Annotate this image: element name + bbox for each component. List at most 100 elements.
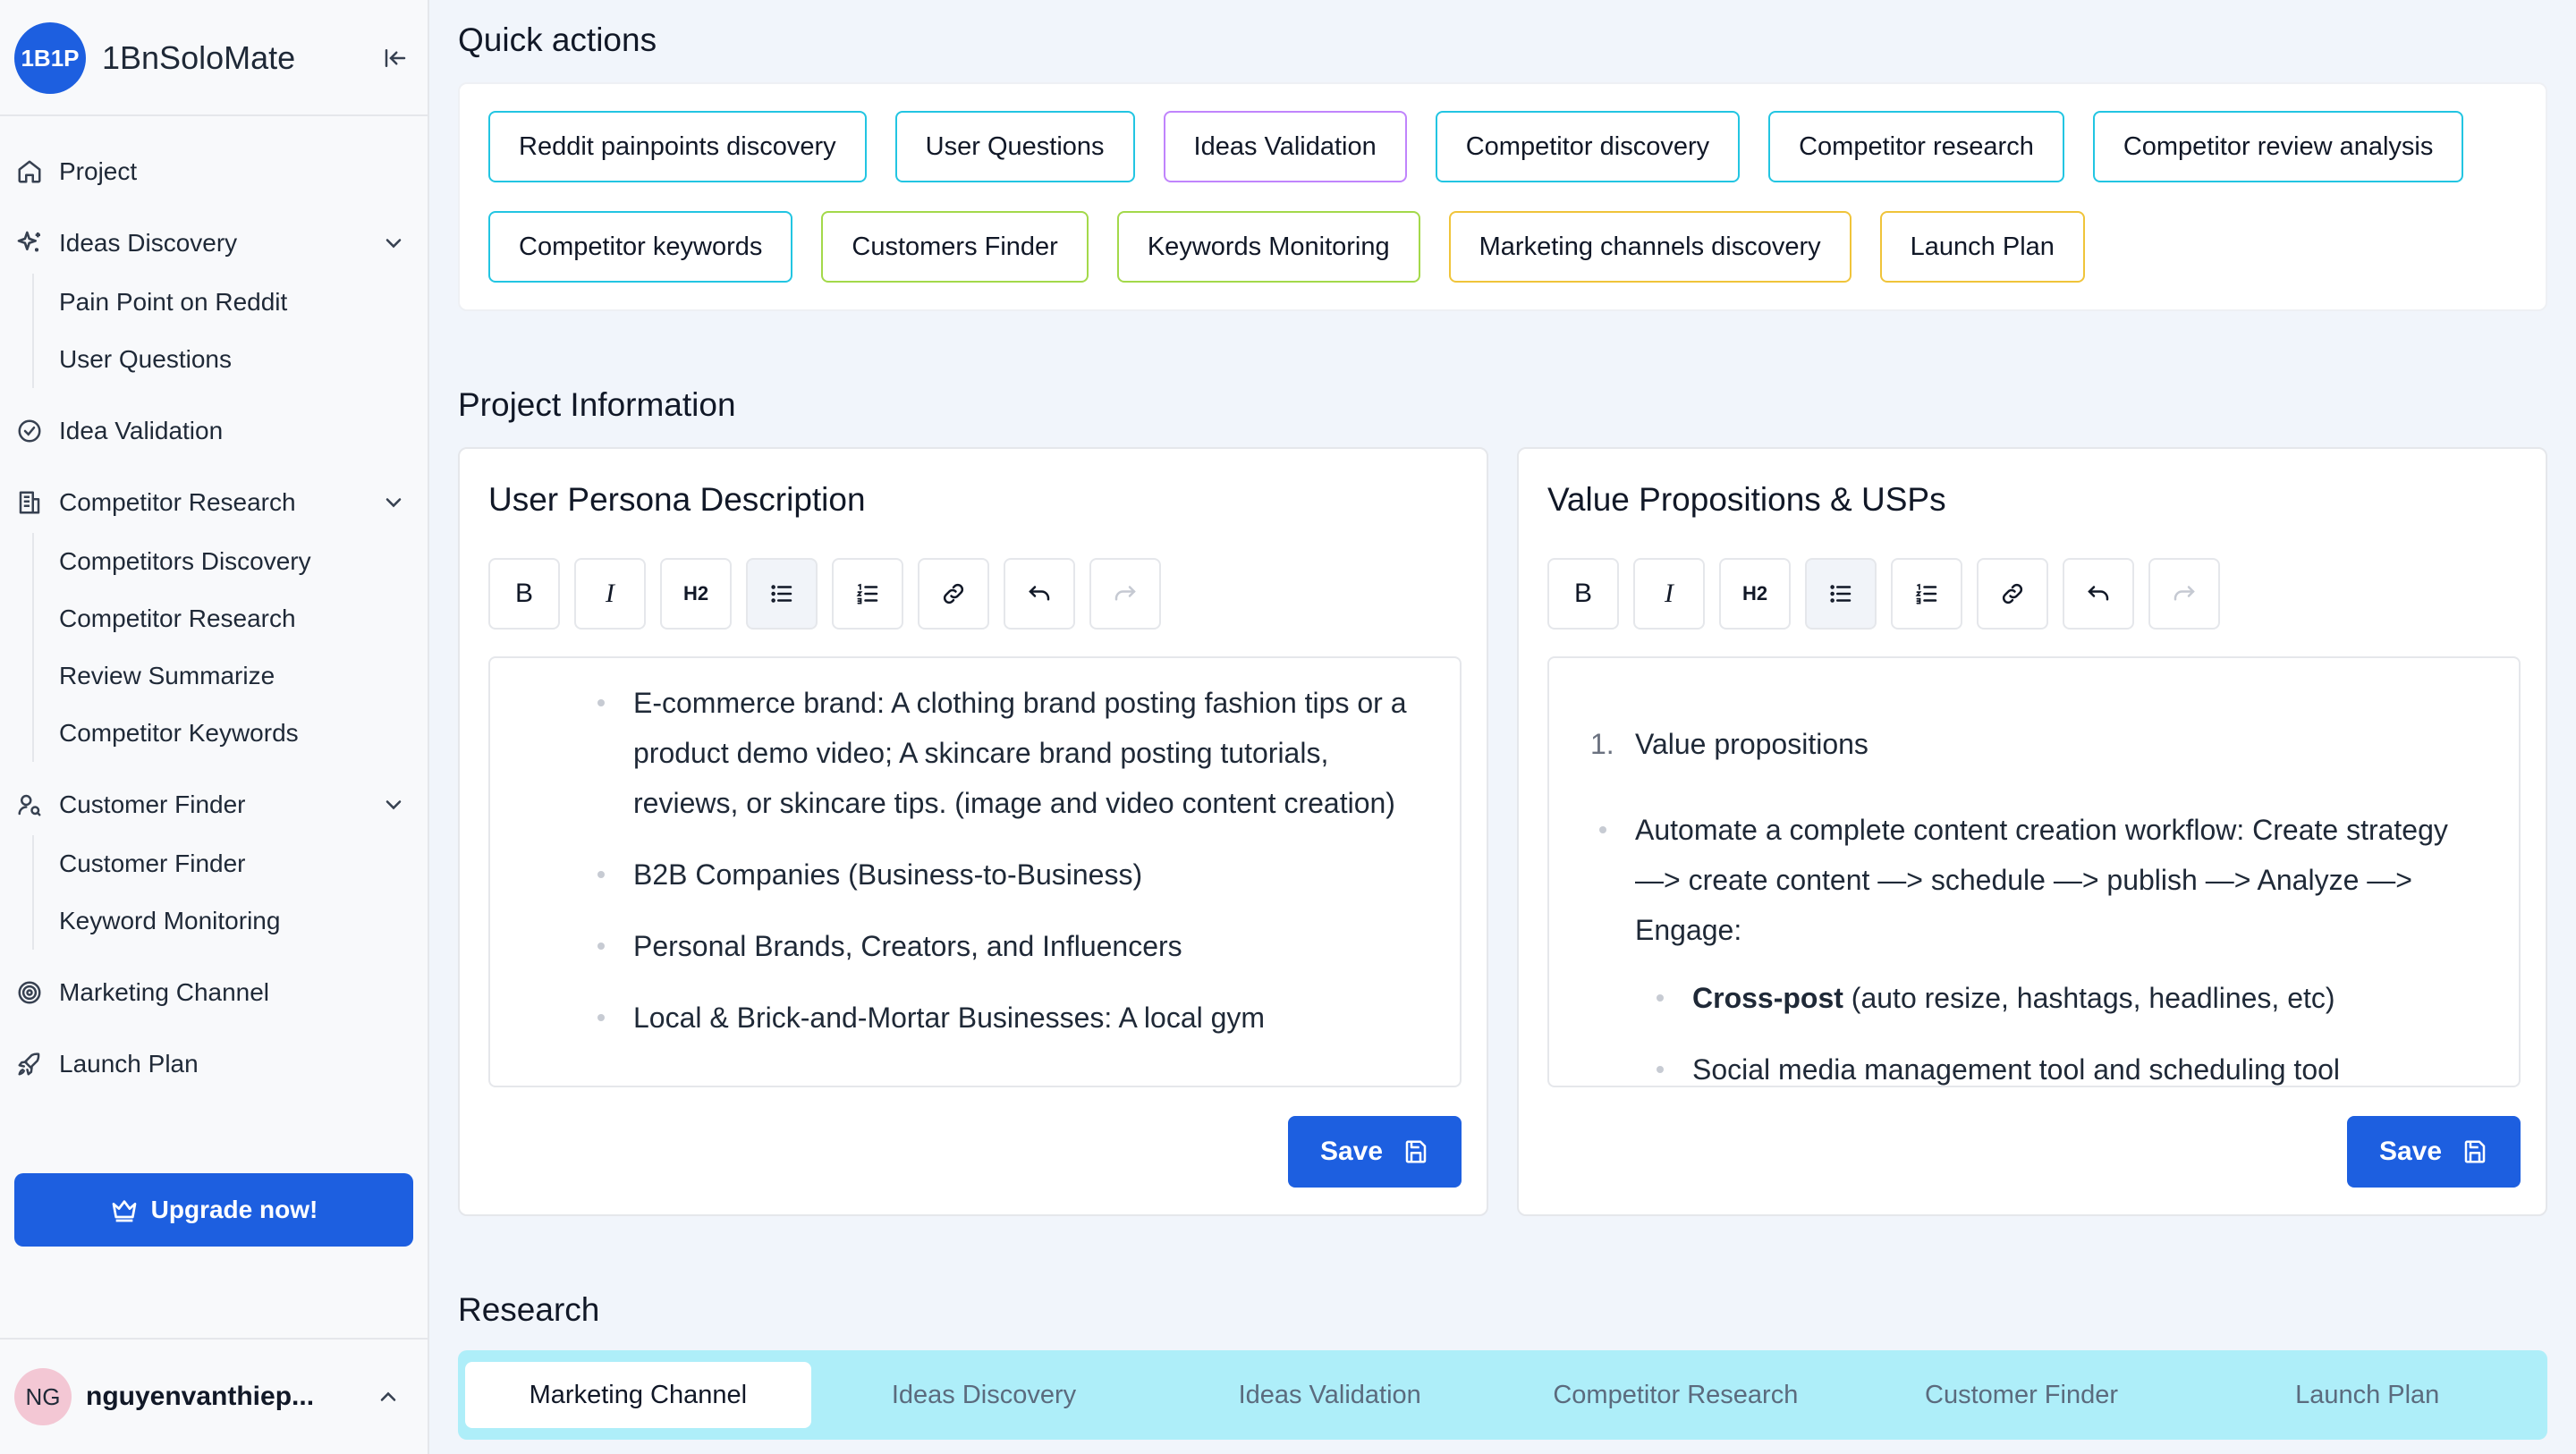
list-item: Local & Brick-and-Mortar Businesses: A l… [597, 993, 1420, 1043]
save-label: Save [2378, 1137, 2443, 1166]
list-item: B2B Companies (Business-to-Business) [597, 850, 1420, 900]
collapse-left-icon [385, 49, 406, 67]
heading-icon: H2 [682, 582, 709, 604]
rocket-icon [14, 1049, 45, 1079]
qa-keywords-monitoring[interactable]: Keywords Monitoring [1116, 211, 1420, 283]
nav-customer-finder[interactable]: Customer Finder [0, 776, 428, 833]
sidebar-divider [0, 1338, 428, 1340]
tab-competitor-research[interactable]: Competitor Research [1503, 1362, 1849, 1428]
ordered-list-button[interactable] [832, 558, 903, 630]
user-menu[interactable]: NG nguyenvanthiep... [14, 1366, 415, 1427]
upgrade-button[interactable]: Upgrade now! [14, 1173, 413, 1247]
tab-marketing-channel[interactable]: Marketing Channel [465, 1362, 811, 1428]
collapse-sidebar-button[interactable] [376, 38, 415, 78]
sub-customer-finder[interactable]: Customer Finder [34, 835, 428, 892]
sub-competitor-research[interactable]: Competitor Research [34, 590, 428, 647]
bullet-list-button[interactable] [746, 558, 818, 630]
project-information-title: Project Information [458, 386, 736, 423]
editor-toolbar: B I H2 [1547, 558, 2234, 630]
research-title: Research [458, 1291, 600, 1328]
crown-icon [112, 1200, 136, 1222]
list-item: Personal Brands, Creators, and Influence… [597, 921, 1420, 971]
customer-finder-submenu: Customer Finder Keyword Monitoring [32, 835, 428, 950]
bullet-list-button[interactable] [1805, 558, 1877, 630]
nav-label: Ideas Discovery [59, 229, 238, 257]
upgrade-label: Upgrade now! [150, 1196, 318, 1223]
list-item-text: (auto resize, hashtags, headlines, etc) [1843, 982, 2335, 1014]
qa-launch-plan[interactable]: Launch Plan [1879, 211, 2085, 283]
brand: 1B1P 1BnSoloMate [14, 21, 415, 95]
editor-toolbar: B I H2 [488, 558, 1175, 630]
bullet-list-icon [1830, 585, 1852, 603]
sparkles-icon [14, 228, 45, 258]
value-propositions-card: Value Propositions & USPs B I H2 1. Valu… [1517, 447, 2547, 1216]
qa-competitor-keywords[interactable]: Competitor keywords [488, 211, 793, 283]
persona-editor[interactable]: E-commerce brand: A clothing brand posti… [488, 656, 1462, 1087]
italic-icon: I [606, 579, 614, 608]
qa-customers-finder[interactable]: Customers Finder [821, 211, 1089, 283]
italic-button[interactable]: I [1633, 558, 1705, 630]
main-content: Quick actions Reddit painpoints discover… [429, 0, 2576, 1454]
link-icon [2002, 583, 2023, 604]
check-circle-icon [14, 416, 45, 446]
nav-label: Customer Finder [59, 790, 246, 818]
list-item: E-commerce brand: A clothing brand posti… [597, 678, 1420, 828]
qa-competitor-research[interactable]: Competitor research [1768, 111, 2064, 182]
italic-button[interactable]: I [574, 558, 646, 630]
quick-actions-title: Quick actions [458, 21, 657, 58]
value-propositions-editor[interactable]: 1. Value propositions Automate a complet… [1547, 656, 2521, 1087]
qa-reddit-painpoints[interactable]: Reddit painpoints discovery [488, 111, 867, 182]
tab-customer-finder[interactable]: Customer Finder [1849, 1362, 2195, 1428]
sub-review-summarize[interactable]: Review Summarize [34, 647, 428, 705]
save-button[interactable]: Save [1288, 1116, 1462, 1188]
qa-competitor-review-analysis[interactable]: Competitor review analysis [2092, 111, 2464, 182]
chevron-down-icon[interactable] [381, 792, 406, 817]
nav-project[interactable]: Project [0, 143, 428, 200]
nav-competitor-research[interactable]: Competitor Research [0, 474, 428, 531]
qa-competitor-discovery[interactable]: Competitor discovery [1435, 111, 1741, 182]
ordered-list-button[interactable] [1891, 558, 1962, 630]
nav-idea-validation[interactable]: Idea Validation [0, 402, 428, 460]
chevron-down-icon[interactable] [381, 231, 406, 256]
qa-ideas-validation[interactable]: Ideas Validation [1163, 111, 1407, 182]
sub-competitors-discovery[interactable]: Competitors Discovery [34, 533, 428, 590]
chevron-down-icon[interactable] [381, 490, 406, 515]
nav-marketing-channel[interactable]: Marketing Channel [0, 964, 428, 1021]
redo-button[interactable] [1089, 558, 1161, 630]
tab-ideas-discovery[interactable]: Ideas Discovery [811, 1362, 1157, 1428]
heading-button[interactable]: H2 [660, 558, 732, 630]
bold-button[interactable]: B [488, 558, 560, 630]
tab-ideas-validation[interactable]: Ideas Validation [1157, 1362, 1503, 1428]
card-title: Value Propositions & USPs [1547, 481, 1946, 518]
quick-actions-row: Competitor keywords Customers Finder Key… [488, 211, 2114, 283]
save-icon [2464, 1140, 2486, 1163]
nav-label: Idea Validation [59, 417, 224, 444]
save-button[interactable]: Save [2347, 1116, 2521, 1188]
heading-button[interactable]: H2 [1719, 558, 1791, 630]
list-item: Social media management tool and schedul… [1657, 1044, 2462, 1086]
sub-competitor-keywords[interactable]: Competitor Keywords [34, 705, 428, 762]
nav-launch-plan[interactable]: Launch Plan [0, 1036, 428, 1093]
undo-button[interactable] [1004, 558, 1075, 630]
sub-user-questions[interactable]: User Questions [34, 331, 428, 388]
link-button[interactable] [1977, 558, 2048, 630]
sub-keyword-monitoring[interactable]: Keyword Monitoring [34, 892, 428, 950]
redo-button[interactable] [2148, 558, 2220, 630]
brand-logo[interactable]: 1B1P [14, 22, 86, 94]
redo-icon [2174, 586, 2195, 601]
link-icon [943, 583, 964, 604]
qa-user-questions[interactable]: User Questions [894, 111, 1135, 182]
user-search-icon [14, 790, 45, 820]
bold-button[interactable]: B [1547, 558, 1619, 630]
bold-icon: B [1573, 579, 1592, 608]
qa-marketing-channels[interactable]: Marketing channels discovery [1448, 211, 1852, 283]
undo-button[interactable] [2063, 558, 2134, 630]
quick-actions-row: Reddit painpoints discovery User Questio… [488, 111, 2492, 182]
numbered-item: 1. Value propositions [1590, 719, 1868, 769]
sub-pain-point-reddit[interactable]: Pain Point on Reddit [34, 274, 428, 331]
tab-launch-plan[interactable]: Launch Plan [2194, 1362, 2540, 1428]
link-button[interactable] [918, 558, 989, 630]
undo-icon [2088, 586, 2109, 601]
sidebar: 1B1P 1BnSoloMate Project Ideas Discovery… [0, 0, 429, 1454]
nav-ideas-discovery[interactable]: Ideas Discovery [0, 215, 428, 272]
